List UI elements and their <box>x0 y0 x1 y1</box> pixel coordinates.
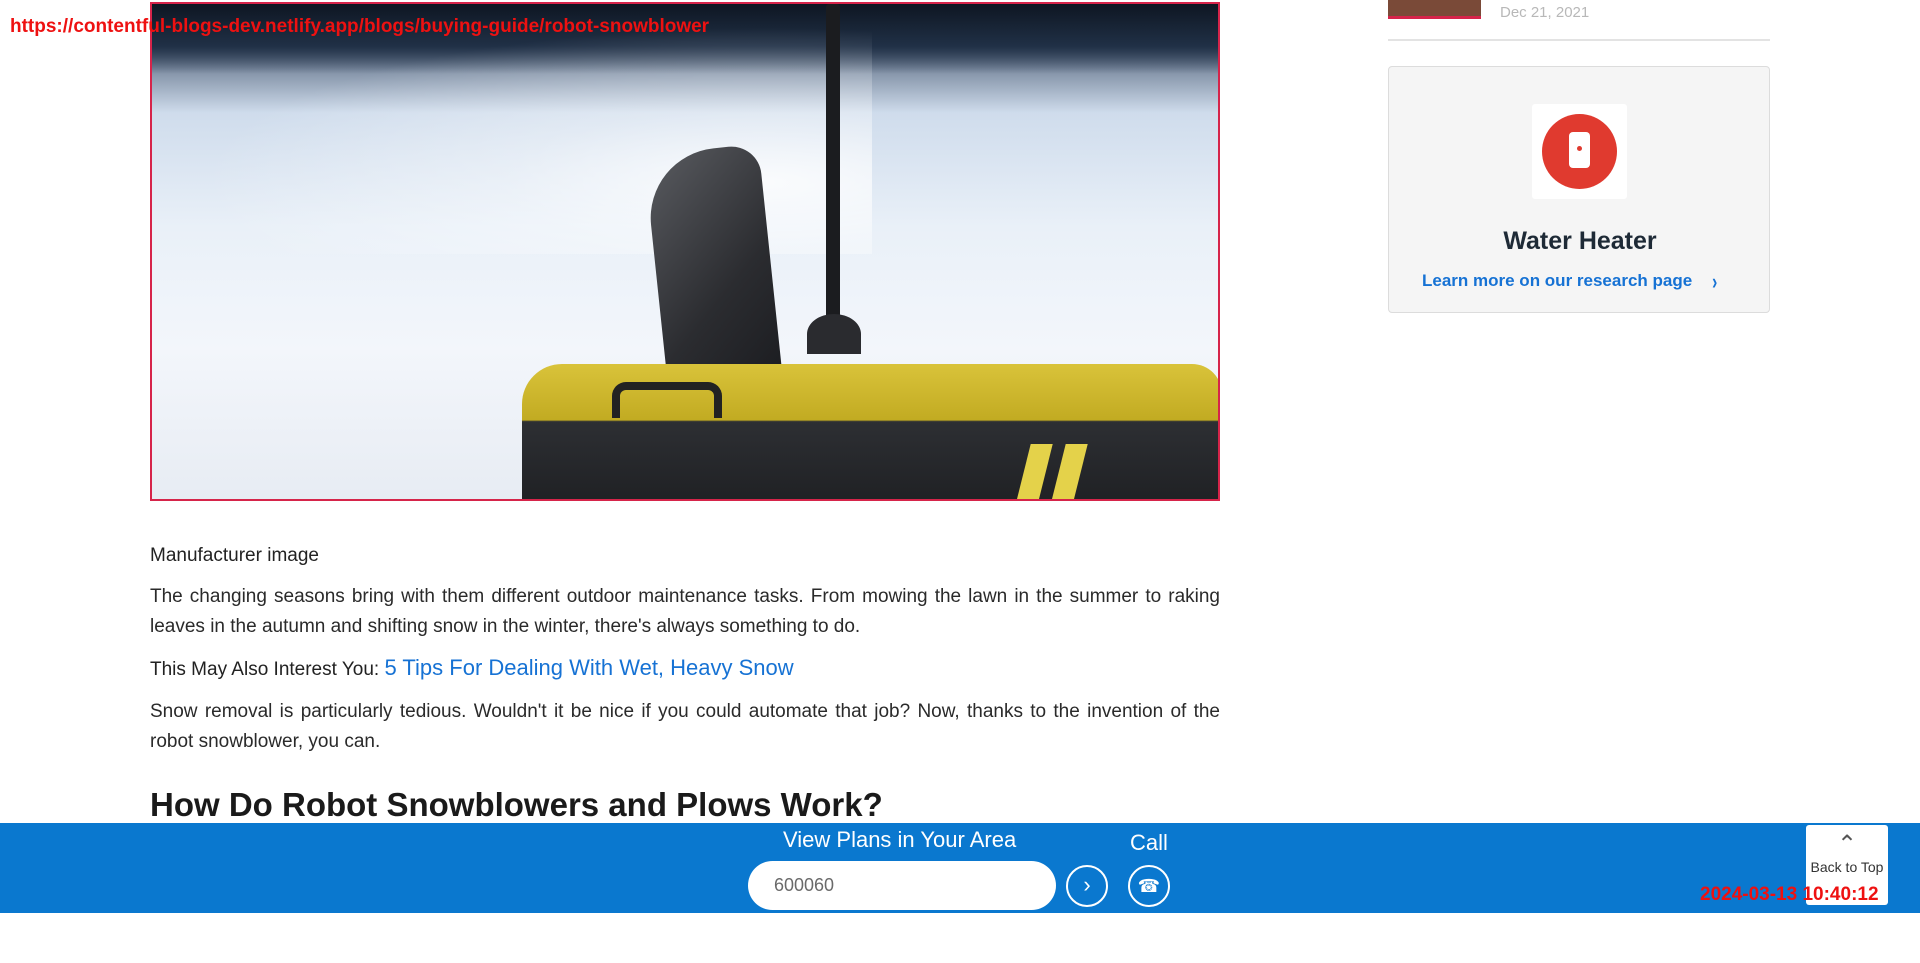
chevron-right-icon[interactable]: › <box>1712 269 1717 295</box>
hero-antenna-pole <box>826 4 840 334</box>
call-label: Call <box>1130 830 1168 855</box>
back-to-top-label: Back to Top <box>1810 859 1884 875</box>
zip-code-input[interactable] <box>748 861 1056 910</box>
hero-image <box>150 2 1220 501</box>
sidebar-divider <box>1388 39 1770 41</box>
url-overlay: https://contentful-blogs-dev.netlify.app… <box>10 16 710 37</box>
section-heading: How Do Robot Snowblowers and Plows Work? <box>150 786 883 823</box>
submit-zip-button[interactable]: › <box>1066 865 1108 907</box>
sidebar-post-thumbnail[interactable] <box>1388 0 1481 19</box>
related-article-label: This May Also Interest You: <box>150 659 380 680</box>
article-paragraph: Snow removal is particularly tedious. Wo… <box>150 701 1220 752</box>
research-card-title: Water Heater <box>1503 227 1657 255</box>
hero-antenna-base <box>807 314 861 354</box>
research-card: Water Heater Learn more on our research … <box>1388 66 1770 313</box>
phone-icon[interactable]: ☎ <box>1128 865 1170 907</box>
related-article: This May Also Interest You: 5 Tips For D… <box>150 655 794 681</box>
water-heater-icon <box>1532 104 1627 199</box>
research-page-link[interactable]: Learn more on our research page <box>1422 271 1692 291</box>
hero-robot-handle <box>612 382 722 418</box>
chevron-up-icon: ⌃ <box>1836 831 1858 858</box>
image-caption: Manufacturer image <box>150 545 319 566</box>
view-plans-label: View Plans in Your Area <box>783 827 1017 852</box>
timestamp-overlay: 2024-03-13 10:40:12 <box>1700 884 1879 905</box>
sticky-cta-bar: View Plans in Your Area › Call ☎ ⌃ Back … <box>0 823 1920 913</box>
article-paragraph: The changing seasons bring with them dif… <box>150 586 1220 637</box>
sidebar-post-date: Dec 21, 2021 <box>1500 4 1590 21</box>
related-article-link[interactable]: 5 Tips For Dealing With Wet, Heavy Snow <box>384 655 793 680</box>
